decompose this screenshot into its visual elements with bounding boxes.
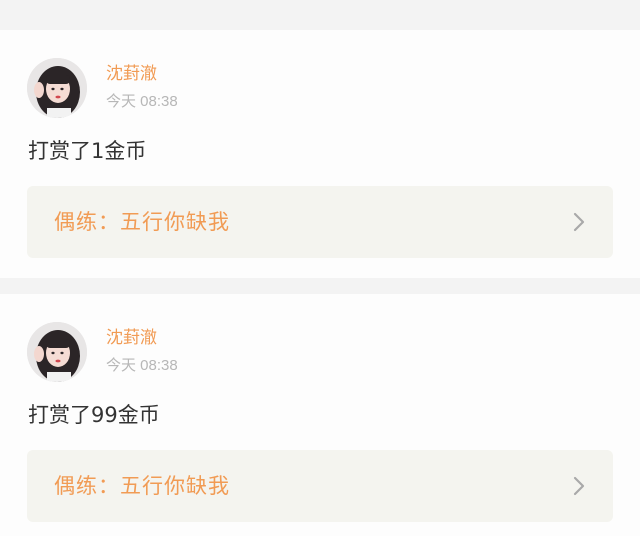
linked-post-title: 偶练：五行你缺我	[54, 474, 230, 498]
timestamp: 今天 08:38	[106, 93, 178, 110]
linked-post-card[interactable]: 偶练：五行你缺我	[27, 186, 613, 258]
avatar[interactable]	[27, 322, 87, 382]
timestamp: 今天 08:38	[106, 357, 178, 374]
avatar[interactable]	[27, 58, 87, 118]
avatar-image	[27, 58, 87, 118]
linked-post-card[interactable]: 偶练：五行你缺我	[27, 450, 613, 522]
feed-item: 沈葑澈 今天 08:38 打赏了1金币 偶练：五行你缺我	[0, 30, 640, 278]
feed-item: 沈葑澈 今天 08:38 打赏了99金币 偶练：五行你缺我	[0, 294, 640, 536]
username[interactable]: 沈葑澈	[106, 327, 157, 349]
feed-list: 沈葑澈 今天 08:38 打赏了1金币 偶练：五行你缺我 沈葑澈 今天 08:3…	[0, 0, 640, 536]
chevron-right-icon	[573, 476, 585, 496]
chevron-right-icon	[573, 212, 585, 232]
message-text: 打赏了99金币	[28, 403, 160, 427]
message-text: 打赏了1金币	[28, 139, 147, 163]
username[interactable]: 沈葑澈	[106, 63, 157, 85]
avatar-image	[27, 322, 87, 382]
linked-post-title: 偶练：五行你缺我	[54, 210, 230, 234]
